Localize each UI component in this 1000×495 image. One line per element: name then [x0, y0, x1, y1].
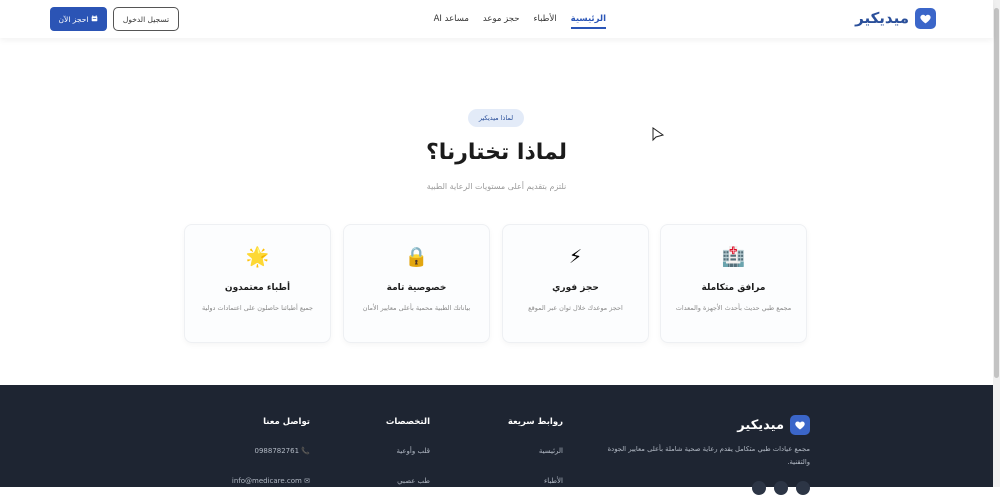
- footer-col-title: التخصصات: [385, 417, 430, 427]
- social-links: [752, 481, 810, 495]
- heart-shield-icon: [915, 8, 936, 29]
- footer-phone[interactable]: 📞 0988782761: [232, 447, 311, 455]
- calendar-icon: [91, 14, 98, 24]
- page-scrollbar[interactable]: [993, 0, 1000, 487]
- footer-link-doctors[interactable]: الأطباء: [508, 477, 563, 485]
- footer-link-home[interactable]: الرئيسية: [508, 447, 563, 455]
- top-navbar: ميديكير الرئيسية الأطباء حجز موعد مساعد …: [0, 0, 993, 38]
- footer-link-neurology[interactable]: طب عصبي: [386, 477, 430, 485]
- feature-card-instant-booking: ⚡ حجز فوري احجز موعدك خلال ثوان عبر المو…: [502, 224, 649, 343]
- nav-ai-assistant[interactable]: مساعد AI: [434, 14, 469, 29]
- mail-icon: ✉: [304, 477, 310, 485]
- footer-email[interactable]: ✉ info@medicare.com: [232, 477, 310, 485]
- nav-booking[interactable]: حجز موعد: [483, 14, 520, 29]
- feature-title: مرافق متكاملة: [701, 283, 766, 293]
- footer-description: مجمع عيادات طبي متكامل يقدم رعاية صحية ش…: [607, 445, 810, 466]
- footer-quick-links: روابط سريعة الرئيسية الأطباء: [508, 417, 563, 485]
- feature-title: حجز فوري: [552, 283, 599, 293]
- facebook-icon[interactable]: [752, 481, 766, 495]
- heart-shield-icon: [790, 415, 810, 435]
- feature-card-privacy: 🔒 خصوصية تامة بياناتك الطبية محمية بأعلى…: [343, 224, 490, 343]
- feature-desc: جميع أطبائنا حاصلون على اعتمادات دولية: [201, 304, 314, 312]
- brand-logo[interactable]: ميديكير: [855, 8, 936, 29]
- section-subtitle: نلتزم بتقديم أعلى مستويات الرعاية الطبية: [426, 182, 567, 191]
- hospital-icon: 🏥: [721, 246, 746, 268]
- lightning-icon: ⚡: [568, 246, 583, 268]
- feature-title: خصوصية تامة: [386, 283, 447, 293]
- footer-brand[interactable]: ميديكير: [737, 415, 810, 435]
- site-footer: ميديكير مجمع عيادات طبي متكامل يقدم رعاي…: [0, 385, 993, 495]
- twitter-icon[interactable]: [796, 481, 810, 495]
- feature-card-facilities: 🏥 مرافق متكاملة مجمع طبي حديث بأحدث الأج…: [660, 224, 807, 343]
- nav-doctors[interactable]: الأطباء: [534, 14, 557, 29]
- login-label: تسجيل الدخول: [122, 14, 170, 24]
- brand-name: ميديكير: [855, 9, 909, 27]
- feature-card-doctors: 🌟 أطباء معتمدون جميع أطبائنا حاصلون على …: [184, 224, 331, 343]
- login-button[interactable]: تسجيل الدخول: [113, 7, 179, 31]
- footer-specialties: التخصصات قلب وأوعية طب عصبي: [386, 417, 430, 485]
- book-now-button[interactable]: احجز الآن: [50, 7, 107, 31]
- feature-desc: احجز موعدك خلال ثوان عبر الموقع: [528, 304, 623, 312]
- phone-icon: 📞: [301, 447, 310, 455]
- footer-link-cardiology[interactable]: قلب وأوعية: [386, 447, 430, 455]
- footer-brand-name: ميديكير: [737, 417, 784, 433]
- footer-col-title: روابط سريعة: [507, 417, 563, 427]
- feature-desc: بياناتك الطبية محمية بأعلى معايير الأمان: [362, 304, 471, 312]
- scrollbar-thumb[interactable]: [994, 8, 999, 378]
- section-title: لماذا تختارنا؟: [425, 140, 568, 165]
- instagram-icon[interactable]: [774, 481, 788, 495]
- nav-home[interactable]: الرئيسية: [570, 14, 606, 29]
- feature-title: أطباء معتمدون: [224, 283, 291, 293]
- mouse-cursor-icon: [652, 127, 665, 146]
- feature-desc: مجمع طبي حديث بأحدث الأجهزة والمعدات: [675, 304, 792, 312]
- main-nav: الرئيسية الأطباء حجز موعد مساعد AI: [434, 14, 606, 29]
- footer-contact: تواصل معنا 📞 0988782761 ✉ info@medicare.…: [232, 417, 310, 485]
- footer-col-title: تواصل معنا: [263, 417, 310, 427]
- lock-icon: 🔒: [404, 246, 429, 268]
- book-now-label: احجز الآن: [58, 14, 89, 24]
- star-icon: 🌟: [245, 246, 270, 268]
- section-badge: لماذا ميديكير: [468, 109, 524, 127]
